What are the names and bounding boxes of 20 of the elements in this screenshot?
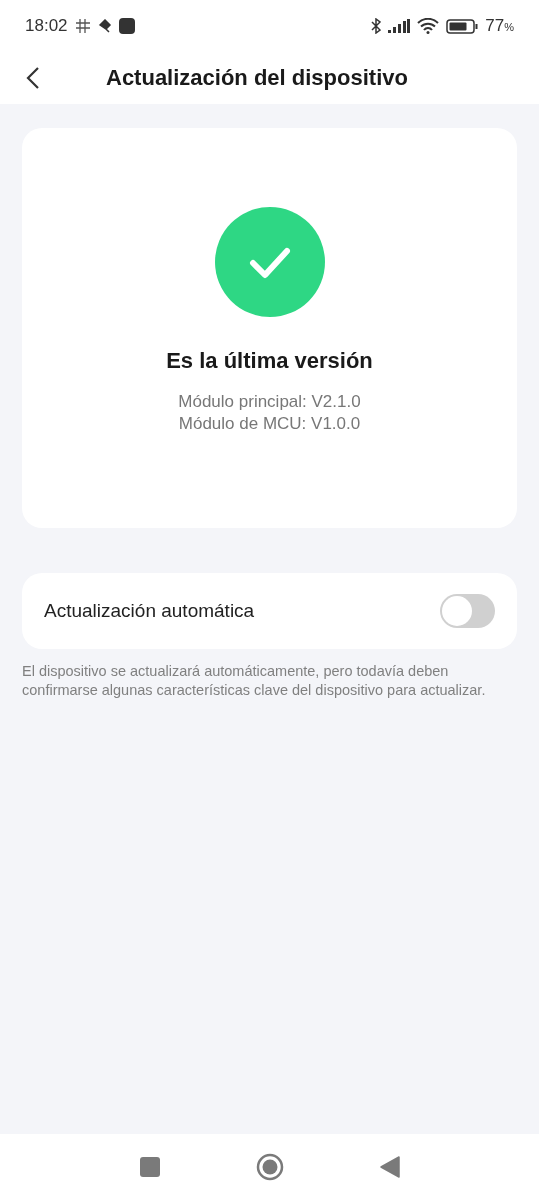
status-time: 18:02: [25, 16, 68, 36]
status-title: Es la última versión: [166, 348, 373, 374]
app-icon: [118, 18, 135, 34]
setting-label: Actualización automática: [44, 600, 255, 622]
percent-sign: %: [504, 21, 514, 33]
version-text: Módulo principal: V2.1.0: [178, 391, 361, 413]
checkmark-icon: [214, 207, 325, 317]
signal-icon: [388, 19, 411, 33]
toggle-switch[interactable]: [440, 594, 495, 628]
version-text: Módulo de MCU: V1.0.0: [178, 413, 361, 435]
wifi-icon: [417, 18, 440, 34]
note-text: El dispositivo se actualizará automáticamente, pero todavía deben confirmarse algunas características clave del dispositivo para actualizar.: [22, 662, 487, 700]
page-title: Actualización del dispositivo: [106, 65, 408, 91]
grid-icon: [74, 18, 91, 34]
home-icon[interactable]: [255, 1153, 284, 1181]
recents-icon[interactable]: [139, 1157, 160, 1177]
bluetooth-icon: [371, 18, 382, 34]
battery-icon: [446, 18, 479, 34]
back-nav-icon[interactable]: [379, 1156, 400, 1178]
battery-percent: 77: [485, 16, 505, 36]
